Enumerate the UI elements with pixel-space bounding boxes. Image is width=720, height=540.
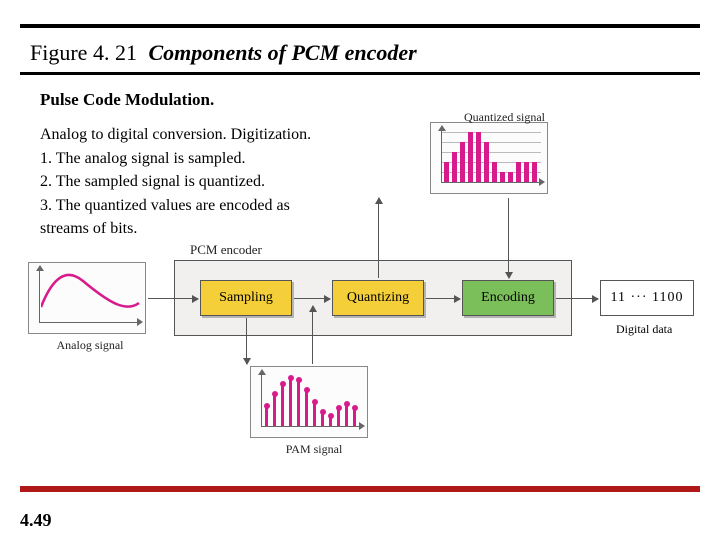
pam-sample: [345, 404, 348, 426]
diagram-area: Analog signal PCM encoder Sampling Quant…: [0, 110, 720, 480]
arrow-up-icon: [438, 125, 446, 131]
quantized-sample: [452, 152, 457, 182]
sampling-stage: Sampling: [200, 280, 292, 316]
encoding-stage: Encoding: [462, 280, 554, 316]
arrow-pam-to-quantizing: [312, 306, 313, 364]
axis-y: [261, 373, 262, 427]
quantized-sample: [508, 172, 513, 182]
page-number: 4.49: [20, 510, 52, 531]
pam-sample: [353, 408, 356, 426]
pam-signal-label: PAM signal: [264, 442, 364, 457]
axis-x: [39, 322, 139, 323]
bottom-rule: [20, 486, 700, 492]
axis-x: [261, 426, 361, 427]
top-rule: [20, 24, 700, 28]
quantizing-label: Quantizing: [347, 290, 409, 305]
output-bits-text: 11 ··· 1100: [611, 290, 684, 305]
subtitle: Pulse Code Modulation.: [40, 90, 214, 110]
arrow-sampling-to-quantizing: [294, 298, 330, 299]
figure-caption: Components of PCM encoder: [148, 40, 416, 65]
figure-number: Figure 4. 21: [30, 40, 137, 65]
arrow-sampling-to-pam: [246, 318, 247, 364]
sampling-label: Sampling: [219, 290, 273, 305]
quantized-sample: [484, 142, 489, 182]
pam-sample: [289, 378, 292, 426]
quantized-signal-chart: [430, 122, 548, 194]
pam-sample: [281, 384, 284, 426]
quantizing-stage: Quantizing: [332, 280, 424, 316]
pam-sample: [273, 394, 276, 426]
pam-sample: [297, 380, 300, 426]
quantized-signal-label: Quantized signal: [464, 110, 584, 125]
quantized-sample: [468, 132, 473, 182]
pam-sample: [321, 412, 324, 426]
digital-data-label: Digital data: [616, 322, 672, 337]
axis-y: [441, 129, 442, 183]
output-bits-box: 11 ··· 1100: [600, 280, 694, 316]
quantized-sample: [524, 162, 529, 182]
gridline: [441, 132, 541, 133]
arrow-analog-to-sampling: [148, 298, 198, 299]
arrow-chart-to-encoding: [508, 198, 509, 278]
quantized-sample: [516, 162, 521, 182]
arrow-up-icon: [258, 369, 266, 375]
encoding-label: Encoding: [481, 290, 535, 305]
figure-title: Figure 4. 21 Components of PCM encoder: [30, 40, 417, 66]
pam-sample: [305, 390, 308, 426]
axis-x: [441, 182, 541, 183]
gridline: [441, 142, 541, 143]
pam-sample: [329, 416, 332, 426]
quantized-sample: [444, 162, 449, 182]
analog-wave: [41, 267, 141, 322]
arrow-quantizing-to-chart: [378, 198, 379, 278]
pam-sample: [337, 408, 340, 426]
analog-signal-label: Analog signal: [40, 338, 140, 353]
pam-signal-chart: [250, 366, 368, 438]
quantized-sample: [460, 142, 465, 182]
title-underline: [20, 72, 700, 75]
pam-sample: [265, 406, 268, 426]
quantized-sample: [492, 162, 497, 182]
pam-sample: [313, 402, 316, 426]
arrow-quantizing-to-encoding: [426, 298, 460, 299]
arrow-right-icon: [359, 422, 365, 430]
quantized-sample: [532, 162, 537, 182]
arrow-right-icon: [539, 178, 545, 186]
arrow-encoding-to-output: [556, 298, 598, 299]
quantized-sample: [476, 132, 481, 182]
pcm-encoder-label: PCM encoder: [190, 242, 262, 258]
quantized-sample: [500, 172, 505, 182]
analog-signal-chart: [28, 262, 146, 334]
axis-y: [39, 269, 40, 323]
